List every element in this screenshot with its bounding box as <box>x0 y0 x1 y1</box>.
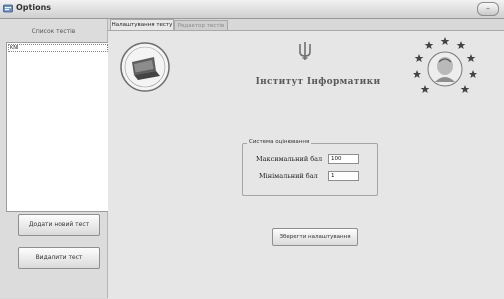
trident-emblem-icon <box>299 42 311 60</box>
save-settings-button[interactable]: Зберегти налаштування <box>272 228 358 246</box>
portrait-stars-logo-icon <box>413 37 477 93</box>
minimize-button[interactable]: – <box>477 2 499 16</box>
delete-test-button[interactable]: Видалити тест <box>18 247 100 269</box>
laptop-logo-icon <box>120 42 170 92</box>
test-list[interactable]: KNI <box>6 42 110 212</box>
min-score-label: Мінімальний бал <box>259 172 318 180</box>
options-icon <box>3 4 13 13</box>
min-score-input[interactable]: 1 <box>328 171 359 181</box>
left-panel: Список тестів KNI Додати новий тест Вида… <box>0 19 110 298</box>
grading-system-title: Система оцінювання <box>247 139 312 145</box>
settings-panel: Інститут Інформатики Система оцінювання … <box>108 30 504 299</box>
grading-system-group: Система оцінювання Максимальний бал 100 … <box>242 139 378 196</box>
window-title: Options <box>16 3 52 12</box>
institute-name: Інститут Інформатики <box>255 77 381 87</box>
title-bar: Options – <box>0 0 504 19</box>
max-score-input[interactable]: 100 <box>328 154 359 164</box>
list-item[interactable]: KNI <box>8 44 108 52</box>
max-score-label: Максимальний бал <box>256 155 323 163</box>
add-test-button[interactable]: Додати новий тест <box>18 214 100 236</box>
test-list-title: Список тестів <box>31 28 76 35</box>
